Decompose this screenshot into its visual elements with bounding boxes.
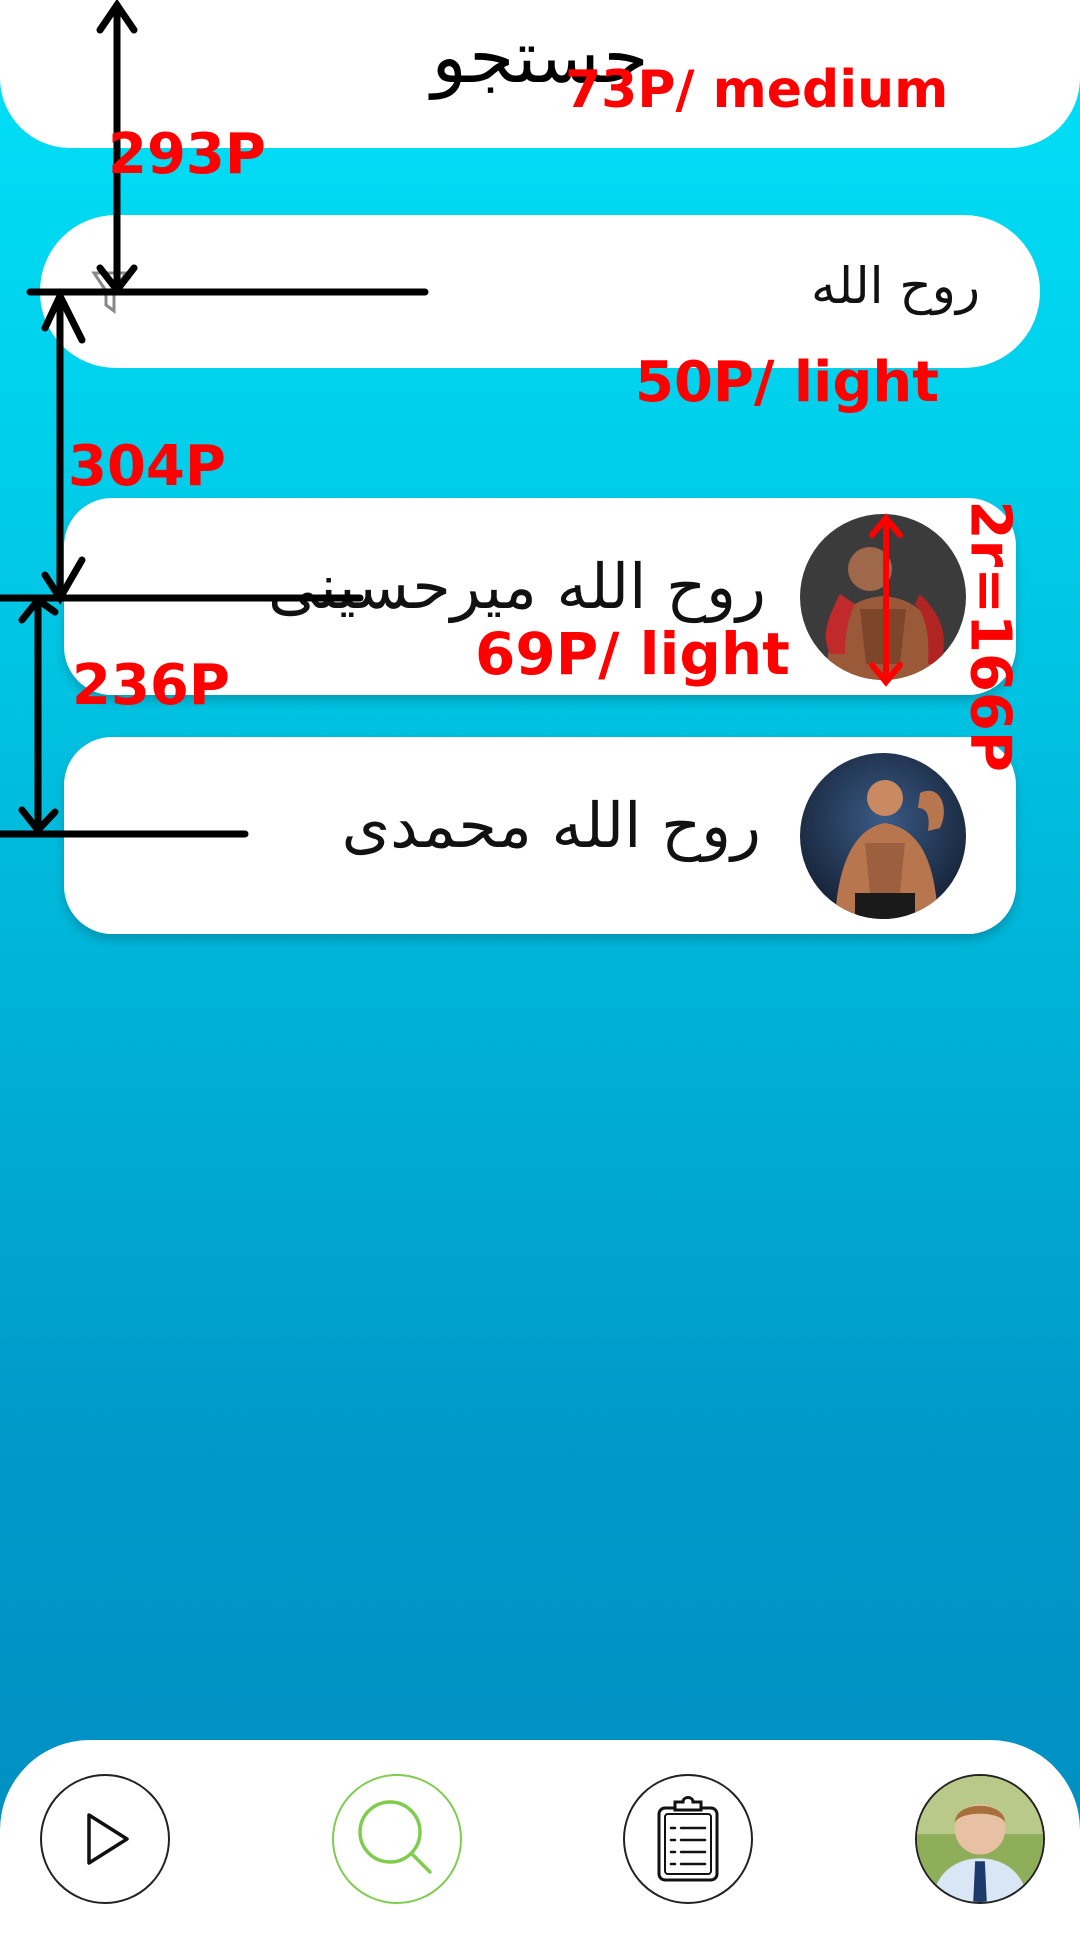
annotation-row-gap: 236P [72, 653, 230, 718]
bottom-nav [0, 1740, 1080, 1940]
annotation-title-font: 73P/ medium [565, 60, 949, 120]
annotation-search-gap: 304P [68, 434, 226, 499]
nav-play-button[interactable] [40, 1774, 170, 1904]
search-icon [358, 1800, 432, 1874]
profile-avatar [917, 1776, 1043, 1902]
clipboard-icon [657, 1796, 719, 1882]
annotation-header-gap: 293P [108, 122, 266, 187]
nav-profile-button[interactable] [915, 1774, 1045, 1904]
nav-search-button[interactable] [332, 1774, 462, 1904]
nav-clipboard-button[interactable] [623, 1774, 753, 1904]
annotation-name-font: 69P/ light [475, 620, 790, 688]
play-icon [87, 1813, 129, 1865]
annotation-avatar-size: 2r=166P [957, 500, 1023, 772]
annotation-search-font: 50P/ light [635, 350, 940, 415]
